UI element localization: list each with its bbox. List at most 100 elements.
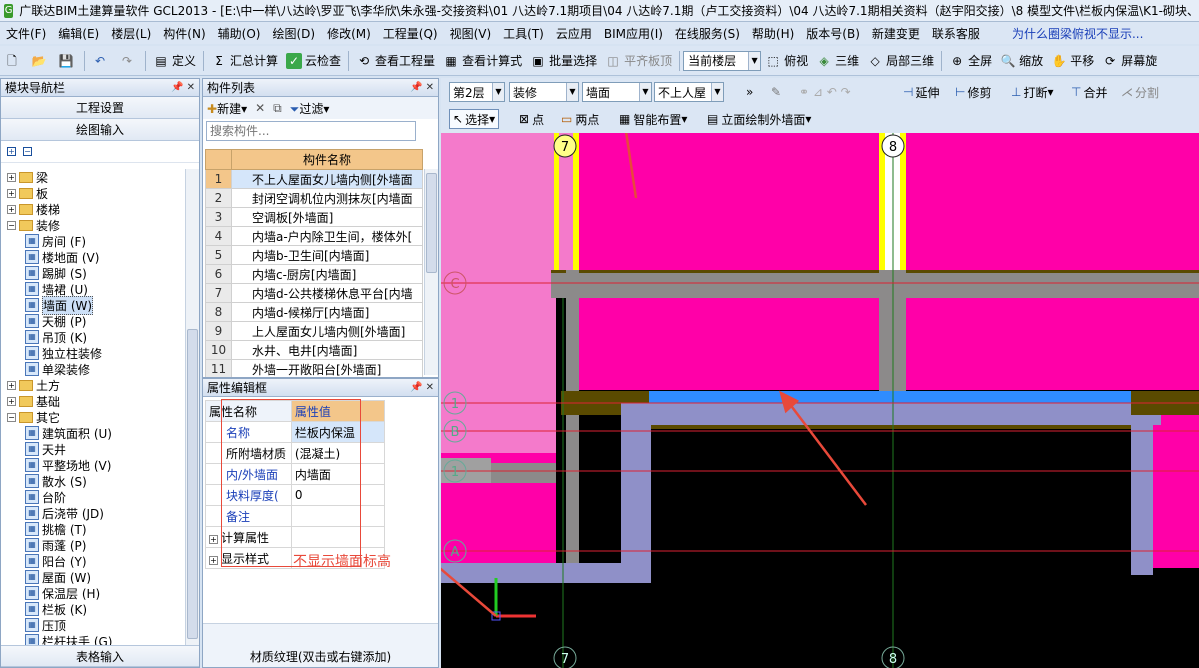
delete-icon[interactable]: ✕ <box>255 101 265 115</box>
point-button[interactable]: ⊠ 点 <box>519 109 544 129</box>
menu-item[interactable]: 新建变更 <box>866 25 926 42</box>
component-name-cell[interactable]: 内墙a-户内除卫生间，楼体外[ <box>231 226 423 246</box>
expand-icon[interactable]: + <box>7 396 16 406</box>
nav-tree-item[interactable]: ▦ 挑檐 (T) <box>7 521 185 537</box>
smart-layout-button[interactable]: ▦ 智能布置 ▾ <box>619 109 687 129</box>
component-name-cell[interactable]: 封闭空调机位内测抹灰[内墙面 <box>231 188 423 208</box>
table-row[interactable]: 3 空调板[外墙面] <box>205 207 423 227</box>
filter-button[interactable]: ⏷过滤▾ <box>290 100 330 117</box>
nav-tree-item[interactable]: ▦ 雨蓬 (P) <box>7 537 185 553</box>
nav-tree-item[interactable]: ▦ 栏板 (K) <box>7 601 185 617</box>
save-button[interactable]: 💾 <box>54 49 81 73</box>
nav-tree-item[interactable]: ▦ 踢脚 (S) <box>7 265 185 281</box>
pin-icon[interactable]: 📌 ✕ <box>171 82 195 93</box>
three-d-button[interactable]: ◈ 三维 <box>812 49 863 73</box>
table-row[interactable]: 9 上人屋面女儿墙内侧[外墙面] <box>205 321 423 341</box>
menu-item[interactable]: 工程量(Q) <box>377 25 444 42</box>
drawing-canvas[interactable]: 7 8 7 8 C 1 B 1 A <box>441 133 1199 668</box>
nav-tree-item[interactable]: ▦ 单梁装修 <box>7 361 185 377</box>
component-name-cell[interactable]: 内墙d-公共楼梯休息平台[内墙 <box>231 283 423 303</box>
table-input-button[interactable]: 表格输入 <box>1 645 199 667</box>
menu-item[interactable]: 构件(N) <box>157 25 211 42</box>
more-button[interactable]: » <box>746 82 753 102</box>
pin-icon[interactable]: 📌 ✕ <box>410 82 434 93</box>
full-screen-button[interactable]: ⊕ 全屏 <box>945 49 996 73</box>
nav-tree-item[interactable]: − 装修 <box>7 217 185 233</box>
nav-tree-item[interactable]: ▦ 房间 (F) <box>7 233 185 249</box>
brush-icon[interactable]: ✎ <box>771 82 781 102</box>
break-button[interactable]: ⊥ 打断 ▾ <box>1011 82 1054 102</box>
merge-button[interactable]: ⊤ 合并 <box>1071 82 1107 102</box>
floor-select[interactable]: 第2层 ▼ <box>449 82 505 102</box>
menu-item[interactable]: 工具(T) <box>497 25 550 42</box>
nav-tree-item[interactable]: ▦ 建筑面积 (U) <box>7 425 185 441</box>
split-button[interactable]: ⋌ 分割 <box>1121 82 1159 102</box>
component-name-cell[interactable]: 外墙一开敞阳台[外墙面] <box>231 359 423 377</box>
expand-icon[interactable]: + <box>7 204 16 214</box>
collapse-icon[interactable]: − <box>7 220 16 230</box>
nav-tree-item[interactable]: ▦ 后浇带 (JD) <box>7 505 185 521</box>
category-select[interactable]: 装修 ▼ <box>509 82 579 102</box>
undo-button[interactable]: ↶ <box>88 49 115 73</box>
nav-tree-item[interactable]: ▦ 天棚 (P) <box>7 313 185 329</box>
menu-item[interactable]: 修改(M) <box>321 25 377 42</box>
menu-item[interactable]: 编辑(E) <box>52 25 105 42</box>
batch-select-button[interactable]: ▣ 批量选择 <box>526 49 601 73</box>
menu-item[interactable]: 楼层(L) <box>105 25 157 42</box>
table-row[interactable]: 5 内墙b-卫生间[内墙面] <box>205 245 423 265</box>
nav-tree-item[interactable]: ▦ 栏杆扶手 (G) <box>7 633 185 645</box>
expand-icon[interactable]: + <box>7 380 16 390</box>
nav-tree-item[interactable]: + 土方 <box>7 377 185 393</box>
menu-item[interactable]: BIM应用(I) <box>598 25 669 42</box>
cloud-check-button[interactable]: ✓ 云检查 <box>282 49 345 73</box>
zoom-button[interactable]: 🔍 缩放 <box>996 49 1047 73</box>
component-select[interactable]: 不上人屋 ▼ <box>654 82 724 102</box>
view-formula-button[interactable]: ▦ 查看计算式 <box>439 49 526 73</box>
view-qty-button[interactable]: ⟲ 查看工程量 <box>352 49 439 73</box>
nav-tree-item[interactable]: ▦ 压顶 <box>7 617 185 633</box>
sum-button[interactable]: Σ 汇总计算 <box>207 49 282 73</box>
nav-tree-item[interactable]: + 楼梯 <box>7 201 185 217</box>
nav-tree-item[interactable]: + 板 <box>7 185 185 201</box>
table-row[interactable]: 8 内墙d-候梯厅[内墙面] <box>205 302 423 322</box>
nav-tree-item[interactable]: ▦ 阳台 (Y) <box>7 553 185 569</box>
menu-item[interactable]: 云应用 <box>550 25 598 42</box>
new-file-button[interactable]: 🗋 <box>0 49 27 73</box>
scroll-thumb[interactable] <box>187 329 198 639</box>
component-search-input[interactable] <box>206 121 416 141</box>
menu-item[interactable]: 文件(F) <box>0 25 52 42</box>
component-name-cell[interactable]: 水井、电井[内墙面] <box>231 340 423 360</box>
component-scrollbar[interactable] <box>424 169 438 375</box>
pan-button[interactable]: ✋ 平移 <box>1047 49 1098 73</box>
open-file-button[interactable]: 📂 <box>27 49 54 73</box>
table-row[interactable]: 7 内墙d-公共楼梯休息平台[内墙 <box>205 283 423 303</box>
nav-tree-item[interactable]: + 梁 <box>7 169 185 185</box>
expand-all-icon[interactable]: + <box>7 147 16 156</box>
menu-item[interactable]: 联系客服 <box>926 25 986 42</box>
nav-tree-item[interactable]: + 基础 <box>7 393 185 409</box>
top-view-button[interactable]: ⬚ 俯视 <box>761 49 812 73</box>
expand-icon[interactable]: + <box>7 172 16 182</box>
component-name-cell[interactable]: 空调板[外墙面] <box>231 207 423 227</box>
copy-icon[interactable]: ⧉ <box>273 101 282 116</box>
collapse-icon[interactable]: − <box>7 412 16 422</box>
nav-tree-item[interactable]: − 其它 <box>7 409 185 425</box>
project-settings-button[interactable]: 工程设置 <box>1 97 199 119</box>
trim-button[interactable]: ⊢ 修剪 <box>955 82 991 102</box>
nav-tree-item[interactable]: ▦ 平整场地 (V) <box>7 457 185 473</box>
menu-item[interactable]: 帮助(H) <box>746 25 800 42</box>
component-name-cell[interactable]: 内墙b-卫生间[内墙面] <box>231 245 423 265</box>
table-row[interactable]: 1 不上人屋面女儿墙内侧[外墙面 <box>205 169 423 189</box>
expand-icon[interactable]: + <box>7 188 16 198</box>
nav-tree-item[interactable]: ▦ 墙面 (W) <box>7 295 185 315</box>
pin-icon[interactable]: 📌 ✕ <box>410 382 434 393</box>
extend-button[interactable]: ⊣ 延伸 <box>903 82 939 102</box>
component-name-cell[interactable]: 内墙d-候梯厅[内墙面] <box>231 302 423 322</box>
nav-tree-item[interactable]: ▦ 保温层 (H) <box>7 585 185 601</box>
table-row[interactable]: 2 封闭空调机位内测抹灰[内墙面 <box>205 188 423 208</box>
new-component-button[interactable]: ✚新建▾ <box>207 100 247 117</box>
snap-icon[interactable]: ⚭ ⊿ ↶ ↷ <box>799 82 851 102</box>
component-name-cell[interactable]: 内墙c-厨房[内墙面] <box>231 264 423 284</box>
menu-item[interactable]: 视图(V) <box>444 25 498 42</box>
expand-icon[interactable]: + <box>209 555 218 565</box>
